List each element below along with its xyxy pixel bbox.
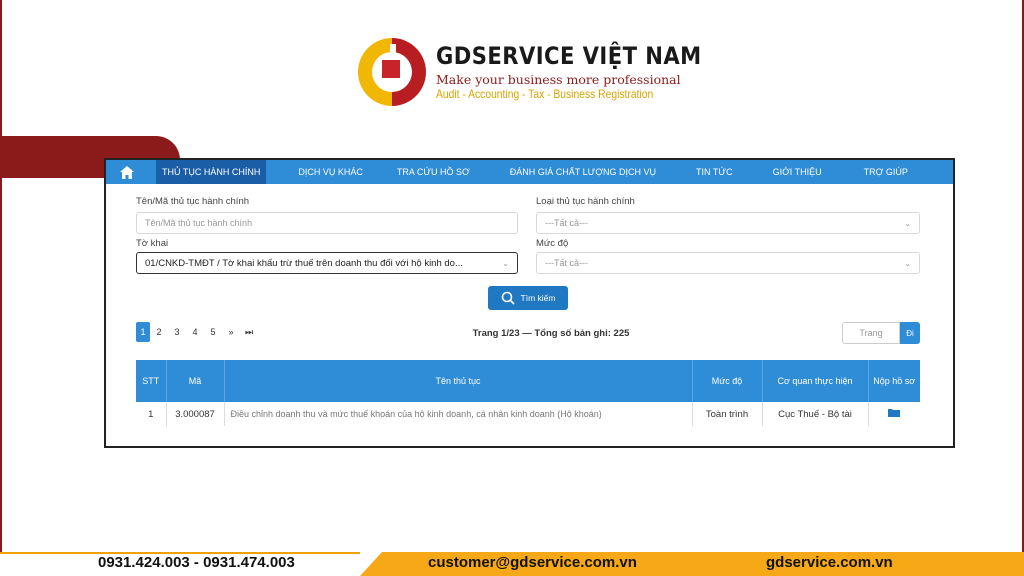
brand-tagline: Make your business more professional bbox=[436, 72, 681, 87]
table-row: 1 3.000087 Điều chỉnh doanh thu và mức t… bbox=[136, 402, 920, 426]
footer-email[interactable]: customer@gdservice.com.vn bbox=[428, 554, 637, 571]
nav-item-tra-cuu[interactable]: TRA CỨU HỒ SƠ bbox=[397, 160, 470, 184]
col-header-ten: Tên thủ tục bbox=[224, 360, 693, 402]
cell-co-quan: Cục Thuế - Bộ tài bbox=[762, 402, 869, 426]
cell-stt: 1 bbox=[136, 402, 167, 426]
level-select-value: ---Tất cả--- bbox=[545, 258, 588, 268]
gd-logo-icon bbox=[358, 38, 426, 106]
page-2[interactable]: 2 bbox=[150, 322, 168, 342]
footer-slant bbox=[360, 552, 382, 576]
frame-left-line bbox=[0, 0, 2, 552]
col-header-co-quan: Cơ quan thực hiện bbox=[762, 360, 869, 402]
page-4[interactable]: 4 bbox=[186, 322, 204, 342]
col-header-muc-do: Mức độ bbox=[692, 360, 763, 402]
brand-services: Audit - Accounting - Tax - Business Regi… bbox=[436, 87, 654, 101]
submit-file-button[interactable] bbox=[868, 402, 920, 426]
search-icon bbox=[501, 291, 515, 305]
top-navigation: THỦ TỤC HÀNH CHÍNH DỊCH VỤ KHÁC TRA CỨU … bbox=[106, 160, 953, 184]
search-button-label: Tìm kiếm bbox=[520, 293, 556, 303]
type-select[interactable]: ---Tất cả--- ⌄ bbox=[536, 212, 920, 234]
col-header-nop-ho-so: Nộp hồ sơ bbox=[868, 360, 920, 402]
pagination: 1 2 3 4 5 » ⏭ bbox=[136, 322, 258, 342]
page-info: Trang 1/23 — Tổng số bản ghi: 225 bbox=[472, 328, 630, 339]
company-logo: GDSERVICE VIỆT NAM Make your business mo… bbox=[354, 34, 701, 114]
page-1[interactable]: 1 bbox=[136, 322, 150, 342]
type-select-value: ---Tất cả--- bbox=[545, 218, 588, 228]
name-input-placeholder: Tên/Mã thủ tục hành chính bbox=[145, 218, 253, 228]
nav-item-thu-tuc[interactable]: THỦ TỤC HÀNH CHÍNH bbox=[156, 160, 267, 184]
nav-item-tro-giup[interactable]: TRỢ GIÚP bbox=[864, 160, 908, 184]
page-number-input[interactable]: Trang bbox=[842, 322, 900, 344]
name-label: Tên/Mã thủ tục hành chính bbox=[136, 196, 250, 207]
declaration-select-value: 01/CNKD-TMĐT / Tờ khai khấu trừ thuế trê… bbox=[145, 257, 463, 269]
screenshot-panel: THỦ TỤC HÀNH CHÍNH DỊCH VỤ KHÁC TRA CỨU … bbox=[104, 158, 955, 448]
page-5[interactable]: 5 bbox=[204, 322, 222, 342]
next-page-button[interactable]: » bbox=[222, 322, 240, 342]
nav-item-danh-gia[interactable]: ĐÁNH GIÁ CHẤT LƯỢNG DỊCH VỤ bbox=[510, 160, 656, 184]
level-label: Mức độ bbox=[536, 238, 569, 249]
search-button[interactable]: Tìm kiếm bbox=[488, 286, 568, 310]
cell-muc-do: Toàn trình bbox=[692, 402, 763, 426]
footer-phone[interactable]: 0931.424.003 - 0931.474.003 bbox=[98, 554, 295, 571]
col-header-ma: Mã bbox=[166, 360, 225, 402]
folder-icon bbox=[888, 409, 901, 417]
type-label: Loại thủ tục hành chính bbox=[536, 196, 635, 207]
footer-website[interactable]: gdservice.com.vn bbox=[766, 554, 893, 571]
nav-item-dich-vu-khac[interactable]: DỊCH VỤ KHÁC bbox=[298, 160, 363, 184]
cell-ma: 3.000087 bbox=[166, 402, 225, 426]
home-icon[interactable] bbox=[106, 160, 148, 184]
chevron-down-icon: ⌄ bbox=[904, 258, 911, 268]
name-input[interactable]: Tên/Mã thủ tục hành chính bbox=[136, 212, 518, 234]
footer-bar: 0931.424.003 - 0931.474.003 customer@gds… bbox=[0, 552, 1024, 576]
level-select[interactable]: ---Tất cả--- ⌄ bbox=[536, 252, 920, 274]
chevron-down-icon: ⌄ bbox=[502, 258, 509, 268]
go-button[interactable]: Đi bbox=[900, 322, 920, 344]
table-header-row: STT Mã Tên thủ tục Mức độ Cơ quan thực h… bbox=[136, 360, 920, 402]
brand-name: GDSERVICE VIỆT NAM bbox=[436, 42, 702, 70]
cell-ten-thu-tuc[interactable]: Điều chỉnh doanh thu và mức thuế khoán c… bbox=[224, 402, 693, 426]
nav-item-tin-tuc[interactable]: TIN TỨC bbox=[696, 160, 733, 184]
page-3[interactable]: 3 bbox=[168, 322, 186, 342]
declaration-label: Tờ khai bbox=[136, 238, 169, 249]
chevron-down-icon: ⌄ bbox=[904, 218, 911, 228]
declaration-select[interactable]: 01/CNKD-TMĐT / Tờ khai khấu trừ thuế trê… bbox=[136, 252, 518, 274]
col-header-stt: STT bbox=[136, 360, 167, 402]
procedures-table: STT Mã Tên thủ tục Mức độ Cơ quan thực h… bbox=[136, 360, 920, 426]
nav-item-gioi-thieu[interactable]: GIỚI THIỆU bbox=[773, 160, 822, 184]
last-page-button[interactable]: ⏭ bbox=[240, 322, 258, 342]
